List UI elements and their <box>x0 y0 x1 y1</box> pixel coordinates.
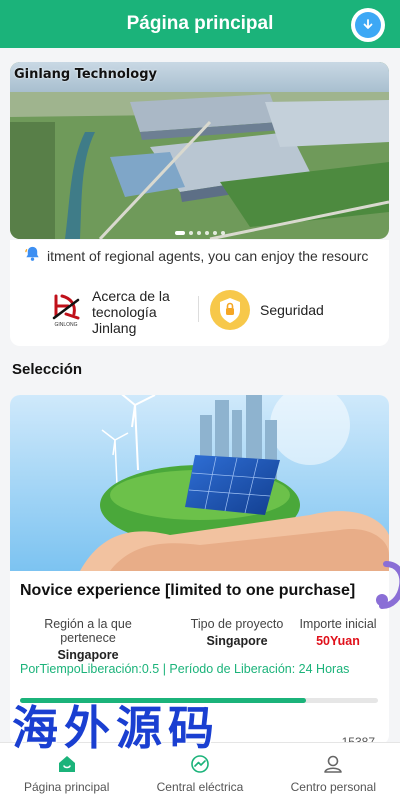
bell-icon <box>24 245 41 267</box>
shield-lock-icon <box>210 290 250 330</box>
company-logo: GINLONG <box>48 290 84 328</box>
tab-home-label: Página principal <box>23 780 110 794</box>
factory-aerial-image <box>10 62 389 239</box>
amount-value: 50Yuan <box>316 634 360 648</box>
download-icon <box>355 12 381 38</box>
download-button[interactable] <box>351 8 385 42</box>
svg-text:GINLONG: GINLONG <box>54 322 77 328</box>
amount-column: Importe inicial 50Yuan <box>295 617 381 648</box>
solar-energy-image <box>10 395 389 571</box>
notice-text: itment of regional agents, you can enjoy… <box>47 248 369 264</box>
shortcut-cards: GINLONG Acerca de la tecnología Jinlang … <box>10 272 389 346</box>
page-title: Página principal <box>126 13 274 34</box>
product-name: Novice experience [limited to one purcha… <box>20 582 356 599</box>
about-company-label: Acerca de la tecnología Jinlang <box>92 288 170 336</box>
about-company-shortcut[interactable]: GINLONG Acerca de la tecnología Jinlang <box>48 288 198 336</box>
banner-label: Ginlang Technology <box>14 67 157 82</box>
region-column: Región a la que pertenece Singapore <box>20 617 156 662</box>
tab-power-station-label: Central eléctrica <box>156 780 244 794</box>
project-type-value: Singapore <box>206 634 268 648</box>
release-rate: PorTiempoLiberación:0.5 <box>20 662 160 676</box>
amount-label: Importe inicial <box>299 617 377 631</box>
floating-support-icon[interactable] <box>366 560 400 612</box>
section-title: Selección <box>12 361 83 378</box>
app-header: Página principal <box>0 0 400 48</box>
project-type-column: Tipo de proyecto Singapore <box>182 617 292 648</box>
hero-banner[interactable]: Ginlang Technology <box>10 62 389 239</box>
region-value: Singapore <box>57 648 119 662</box>
watermark-text: 海外源码 <box>12 701 220 755</box>
release-period: Período de Liberación: 24 Horas <box>169 662 350 676</box>
region-label: Región a la que pertenece <box>44 617 132 645</box>
tab-personal-center[interactable]: Centro personal <box>267 743 400 801</box>
tab-personal-center-label: Centro personal <box>290 780 377 794</box>
carousel-dots[interactable] <box>10 231 389 235</box>
release-info: PorTiempoLiberación:0.5 | Período de Lib… <box>20 662 349 676</box>
notice-bar[interactable]: itment of regional agents, you can enjoy… <box>10 240 389 272</box>
user-icon <box>324 755 343 773</box>
security-shortcut[interactable]: Seguridad <box>210 290 324 330</box>
project-type-label: Tipo de proyecto <box>190 617 284 631</box>
security-label: Seguridad <box>260 302 324 318</box>
divider <box>198 296 199 322</box>
